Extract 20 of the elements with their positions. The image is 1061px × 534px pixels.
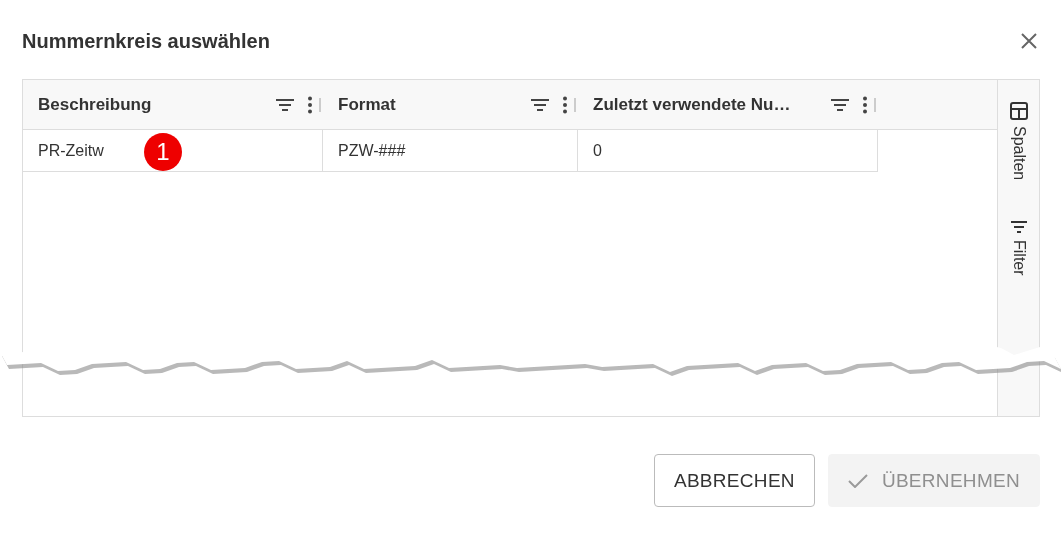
- callout-badge: 1: [144, 133, 182, 171]
- filter-icon[interactable]: [275, 97, 295, 112]
- column-header[interactable]: Format: [338, 94, 530, 115]
- close-icon[interactable]: [1021, 33, 1037, 49]
- cancel-button[interactable]: ABBRECHEN: [653, 454, 815, 507]
- filter-icon: [1009, 220, 1028, 235]
- more-icon[interactable]: [307, 95, 313, 114]
- more-icon[interactable]: [862, 95, 868, 114]
- dialog-title: Nummernkreis auswählen: [22, 29, 270, 53]
- side-panel-tab[interactable]: Filter: [1009, 220, 1028, 276]
- column-header[interactable]: Beschreibung: [38, 94, 275, 115]
- filter-icon[interactable]: [830, 97, 850, 112]
- side-panel-tab[interactable]: Spalten: [1009, 102, 1028, 181]
- table-cell: PZW-###: [323, 130, 578, 171]
- column-header[interactable]: Zuletzt verwendete Nu…: [593, 94, 830, 115]
- table-cell: 0: [578, 130, 878, 171]
- check-icon: [847, 473, 868, 488]
- filter-icon[interactable]: [530, 97, 550, 112]
- table-icon: [1009, 102, 1028, 120]
- more-icon[interactable]: [562, 95, 568, 114]
